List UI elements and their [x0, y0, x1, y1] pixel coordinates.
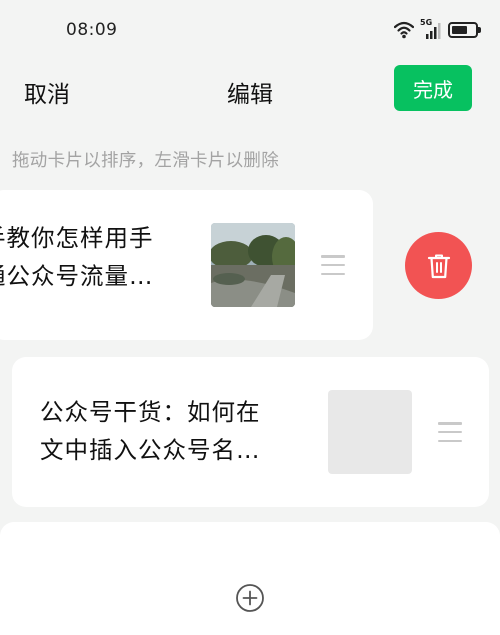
status-icons: 5G [394, 18, 481, 42]
article-card[interactable]: 手教你怎样用手 通公众号流量… [0, 190, 373, 340]
article-title-line: 公众号干货：如何在 [40, 398, 261, 426]
done-button[interactable]: 完成 [394, 65, 472, 111]
article-title-line: 文中插入公众号名… [40, 436, 261, 464]
status-bar: 08:09 5G [0, 0, 500, 60]
edit-screen: 08:09 5G 取消 编辑 完成 拖动卡片以排序，左滑卡片以删除 教你怎样用手… [0, 0, 500, 635]
article-thumbnail [211, 223, 295, 307]
article-title: 手教你怎样用手 通公众号流量… [0, 219, 154, 295]
battery-icon [448, 22, 481, 38]
article-title: 公众号干货：如何在 文中插入公众号名… [40, 393, 261, 469]
battery-level [452, 26, 467, 34]
article-thumbnail-placeholder [328, 390, 412, 474]
drag-handle-icon[interactable] [321, 255, 345, 275]
cellular-signal-icon: 5G [420, 18, 442, 40]
add-article-card[interactable] [0, 522, 500, 635]
cancel-button[interactable]: 取消 [24, 75, 70, 109]
plus-circle-icon[interactable] [235, 583, 265, 613]
sort-hint-text: 拖动卡片以排序，左滑卡片以删除 [12, 151, 279, 171]
article-card[interactable]: 公众号干货：如何在 文中插入公众号名… [12, 357, 489, 507]
article-title-line: 手教你怎样用手 [0, 224, 154, 252]
article-title-line: 通公众号流量… [0, 262, 154, 290]
delete-button[interactable] [405, 232, 472, 299]
wifi-icon [394, 21, 414, 39]
status-time: 08:09 [66, 20, 118, 40]
trash-icon [427, 254, 450, 278]
drag-handle-icon[interactable] [438, 422, 462, 442]
